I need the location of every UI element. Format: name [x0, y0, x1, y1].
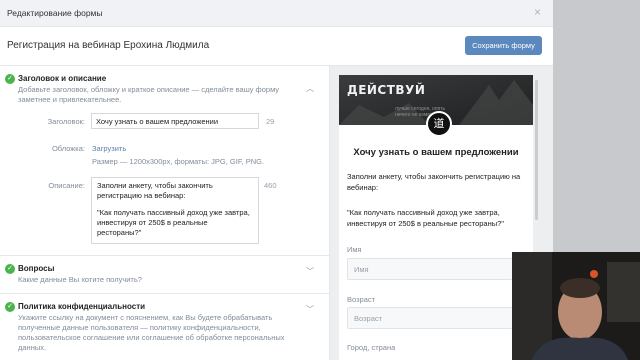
section-divider [0, 255, 329, 256]
save-form-button[interactable]: Сохранить форму [465, 36, 542, 55]
close-icon[interactable]: × [534, 5, 541, 19]
settings-panel: ✓ Заголовок и описание ︿ Добавьте заголо… [0, 66, 329, 360]
preview-field-label: Город, страна [347, 343, 396, 352]
webcam-overlay [512, 252, 640, 360]
chevron-down-icon[interactable]: ﹀ [306, 266, 314, 277]
section-description-questions: Какие данные Вы хотите получить? [18, 275, 142, 284]
preview-quote: "Как получать пассивный доход уже завтра… [347, 208, 504, 228]
description-counter: 460 [264, 181, 277, 190]
form-preview: ДЕЙСТВУЙ лучше сегодня, опять ничего не … [339, 75, 533, 360]
checkmark-icon: ✓ [5, 302, 15, 312]
preview-field-label: Имя [347, 245, 362, 254]
section-title-questions[interactable]: Вопросы [18, 264, 54, 273]
checkmark-icon: ✓ [5, 74, 15, 84]
presenter-video [512, 252, 640, 360]
form-name: Регистрация на вебинар Ерохина Людмила [7, 40, 210, 51]
checkmark-icon: ✓ [5, 264, 15, 274]
description-label: Описание: [48, 181, 85, 190]
title-label: Заголовок: [47, 117, 85, 126]
modal-header: Редактирование формы × [0, 0, 553, 27]
section-divider [0, 293, 329, 294]
form-editor-modal: Редактирование формы × Регистрация на ве… [0, 0, 553, 360]
chevron-up-icon[interactable]: ︿ [306, 83, 314, 94]
section-title-header[interactable]: Заголовок и описание [18, 74, 106, 83]
preview-description: Заполни анкету, чтобы закончить регистра… [347, 172, 521, 192]
section-description-privacy: Укажите ссылку на документ с пояснением,… [18, 313, 285, 352]
upload-cover-link[interactable]: Загрузить [92, 144, 126, 153]
preview-scrollbar[interactable] [535, 80, 538, 220]
preview-name-input[interactable]: Имя [347, 258, 513, 280]
description-text-1: Заполни анкету, чтобы закончить регистра… [97, 181, 213, 200]
community-logo: 道 [426, 111, 452, 137]
description-textarea[interactable]: Заполни анкету, чтобы закончить регистра… [91, 177, 259, 244]
title-counter: 29 [266, 117, 275, 126]
title-input[interactable]: Хочу узнать о вашем предложении [91, 113, 259, 129]
chevron-down-icon[interactable]: ﹀ [306, 304, 314, 315]
section-title-privacy[interactable]: Политика конфиденциальности [18, 302, 145, 311]
cover-label: Обложка: [51, 144, 85, 153]
preview-age-input[interactable]: Возраст [347, 307, 513, 329]
section-description-header: Добавьте заголовок, обложку и краткое оп… [18, 85, 280, 104]
modal-title: Редактирование формы [7, 8, 103, 18]
cover-hint: Размер — 1200x300px, форматы: JPG, GIF, … [92, 157, 265, 166]
cover-headline: ДЕЙСТВУЙ [347, 83, 426, 97]
description-text-2: "Как получать пассивный доход уже завтра… [97, 208, 250, 237]
preview-field-label: Возраст [347, 295, 376, 304]
preview-title: Хочу узнать о вашем предложении [353, 147, 519, 158]
